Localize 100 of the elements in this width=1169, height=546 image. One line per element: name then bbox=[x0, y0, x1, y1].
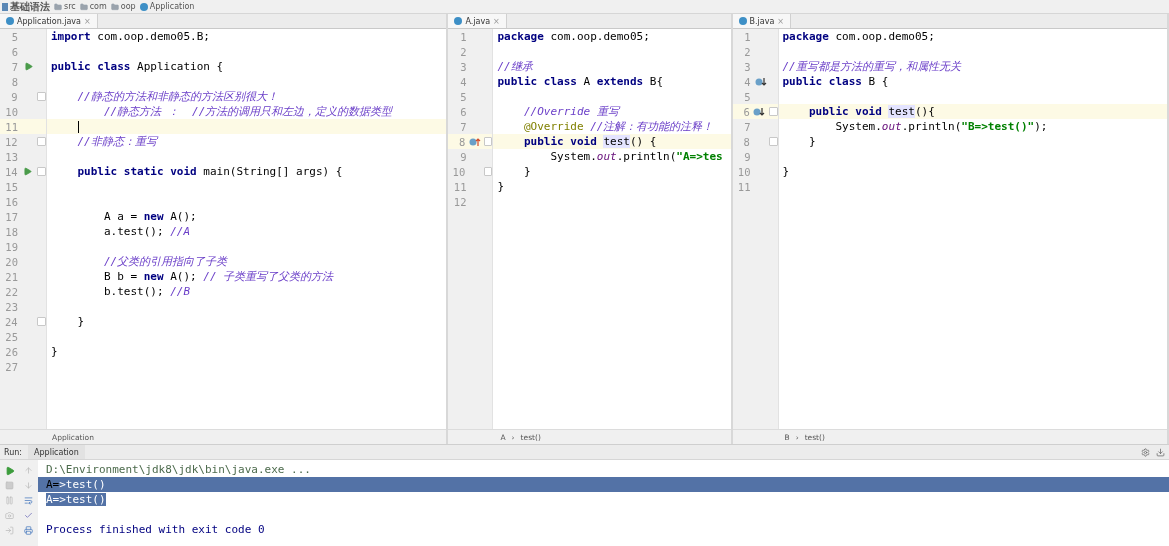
code-line: public class B { bbox=[781, 75, 889, 88]
line-number: 9 bbox=[743, 150, 751, 163]
wrap-icon[interactable] bbox=[24, 496, 33, 505]
tab-label: A.java bbox=[465, 16, 491, 26]
fold-icon[interactable] bbox=[37, 167, 46, 176]
run-icon[interactable] bbox=[4, 465, 15, 476]
line-number: 6 bbox=[459, 105, 467, 118]
line-number: 21 bbox=[4, 270, 18, 283]
login-icon[interactable] bbox=[5, 526, 14, 535]
line-number: 8 bbox=[742, 135, 750, 148]
line-number: 1 bbox=[459, 30, 467, 43]
fold-icon[interactable] bbox=[37, 137, 46, 146]
line-number: 9 bbox=[10, 90, 18, 103]
code-line: A a = new A(); bbox=[102, 210, 197, 223]
fold-icon[interactable] bbox=[768, 137, 778, 146]
code-line: //继承 bbox=[496, 59, 533, 74]
code-line: } bbox=[76, 315, 85, 328]
line-number: 20 bbox=[4, 255, 18, 268]
code-line: } bbox=[781, 165, 790, 178]
code-line: a.test(); //A bbox=[102, 225, 191, 238]
line-number: 10 bbox=[4, 105, 18, 118]
line-number: 25 bbox=[4, 330, 18, 343]
editor-tab[interactable]: B.java × bbox=[732, 14, 791, 28]
breadcrumb-item[interactable]: com bbox=[89, 2, 107, 11]
breadcrumb-item[interactable]: Application bbox=[149, 2, 195, 11]
line-number: 11 bbox=[4, 120, 18, 133]
line-number: 17 bbox=[4, 210, 18, 223]
overridden-icon[interactable] bbox=[754, 76, 767, 87]
line-number: 4 bbox=[743, 75, 751, 88]
editor-tab[interactable]: A.java × bbox=[448, 14, 507, 28]
folder-icon bbox=[79, 2, 88, 11]
arrow-down-icon[interactable] bbox=[24, 481, 33, 490]
line-number: 9 bbox=[459, 150, 467, 163]
line-number: 10 bbox=[736, 165, 751, 178]
pause-icon[interactable] bbox=[5, 496, 14, 505]
editor-tab[interactable]: Application.java × bbox=[0, 14, 98, 28]
console-line: A=>test() bbox=[46, 478, 106, 491]
fold-icon[interactable] bbox=[37, 92, 46, 101]
code-line: } bbox=[522, 165, 531, 178]
line-number: 7 bbox=[743, 120, 751, 133]
arrow-up-icon[interactable] bbox=[24, 466, 33, 475]
line-number: 12 bbox=[3, 135, 18, 148]
line-number: 7 bbox=[10, 60, 18, 73]
settings-icon[interactable] bbox=[1141, 447, 1150, 457]
line-number: 2 bbox=[459, 45, 467, 58]
module-icon bbox=[2, 2, 8, 11]
breadcrumb-item[interactable]: src bbox=[64, 2, 76, 11]
fold-icon[interactable] bbox=[768, 107, 778, 116]
line-number: 7 bbox=[459, 120, 467, 133]
code-line: //父类的引用指向了子类 bbox=[102, 254, 228, 269]
code-line: //静态方法 ： //方法的调用只和左边，定义的数据类型 bbox=[102, 104, 393, 119]
line-number: 8 bbox=[457, 135, 466, 148]
class-icon bbox=[6, 17, 14, 25]
tab-label: Application.java bbox=[17, 16, 81, 26]
run-tab[interactable]: Application bbox=[28, 445, 85, 459]
code-line: //静态的方法和非静态的方法区别很大！ bbox=[76, 89, 278, 104]
line-number: 6 bbox=[10, 45, 18, 58]
code-line: } bbox=[496, 180, 505, 193]
line-number: 26 bbox=[4, 345, 18, 358]
overridden-icon[interactable] bbox=[753, 106, 766, 117]
code-line: import com.oop.demo05.B; bbox=[50, 30, 210, 43]
code-line: public class A extends B{ bbox=[496, 75, 664, 88]
line-number: 15 bbox=[4, 180, 18, 193]
line-number: 13 bbox=[4, 150, 18, 163]
code-line: B b = new A(); // 子类重写了父类的方法 bbox=[102, 269, 334, 284]
line-number: 5 bbox=[743, 90, 751, 103]
folder-icon bbox=[54, 2, 62, 11]
tab-label: B.java bbox=[749, 16, 775, 26]
line-number: 12 bbox=[452, 195, 467, 208]
fold-icon[interactable] bbox=[483, 167, 493, 176]
line-number: 22 bbox=[4, 285, 18, 298]
line-number: 18 bbox=[4, 225, 18, 238]
line-number: 3 bbox=[743, 60, 751, 73]
fold-icon[interactable] bbox=[37, 317, 46, 326]
fold-icon[interactable] bbox=[483, 137, 493, 146]
run-icon[interactable] bbox=[22, 167, 32, 176]
folder-icon bbox=[110, 2, 119, 11]
code-line: public static void main(String[] args) { bbox=[76, 165, 343, 178]
code-line: package com.oop.demo05; bbox=[496, 30, 650, 43]
stop-icon[interactable] bbox=[5, 481, 14, 490]
download-icon[interactable] bbox=[1156, 447, 1165, 457]
line-number: 6 bbox=[742, 105, 750, 118]
console-line: Process finished with exit code 0 bbox=[46, 523, 265, 536]
run-label: Run: bbox=[4, 447, 23, 457]
line-number: 11 bbox=[736, 180, 751, 193]
print-icon[interactable] bbox=[24, 526, 33, 535]
class-icon bbox=[139, 2, 148, 11]
override-icon[interactable] bbox=[468, 136, 481, 147]
code-line: public void test(){ bbox=[808, 105, 935, 118]
code-line: @Override //注解：有功能的注释！ bbox=[522, 119, 714, 134]
run-icon[interactable] bbox=[23, 62, 33, 71]
code-line: } bbox=[808, 135, 816, 148]
line-number: 3 bbox=[459, 60, 467, 73]
line-number: 23 bbox=[4, 300, 18, 313]
breadcrumb-item[interactable]: 基础语法 bbox=[10, 0, 50, 14]
camera-icon[interactable] bbox=[5, 511, 14, 520]
code-line: b.test(); //B bbox=[102, 285, 191, 298]
code-line: //Override 重写 bbox=[522, 104, 619, 119]
code-line: //重写都是方法的重写，和属性无关 bbox=[781, 59, 961, 74]
breadcrumb-item[interactable]: oop bbox=[120, 2, 136, 11]
